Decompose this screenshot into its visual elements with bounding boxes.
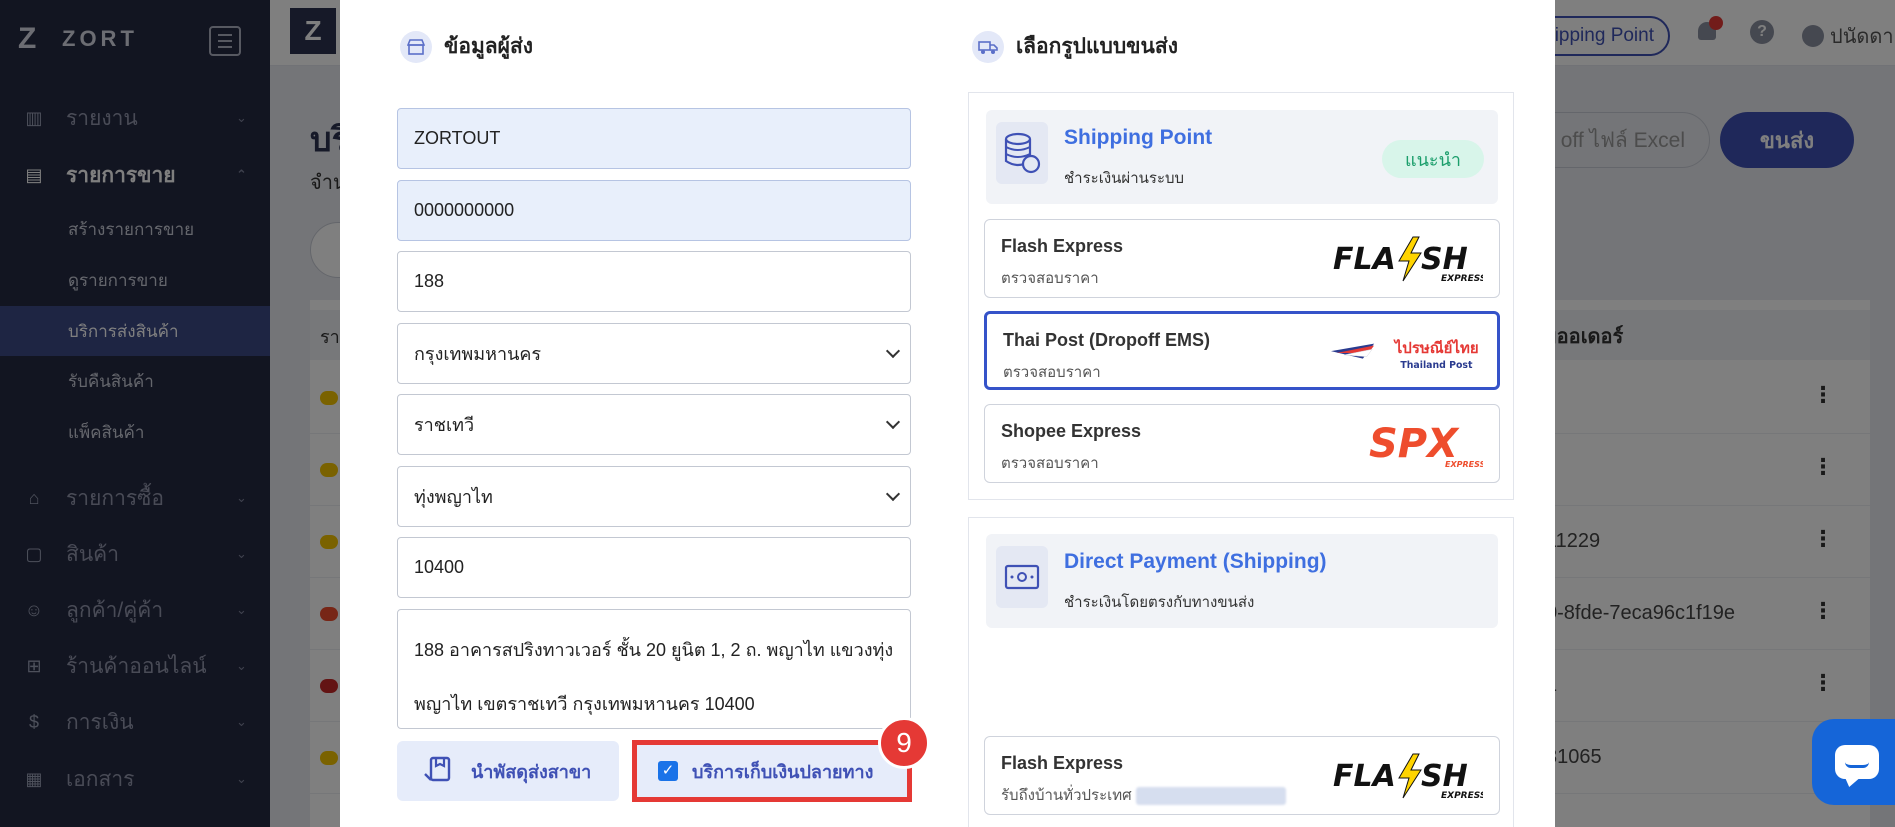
check-price-link[interactable]: ตรวจสอบราคา [1001,451,1099,475]
shipping-point-subtitle: ชำระเงินผ่านระบบ [1064,170,1185,187]
cash-icon [996,546,1048,608]
svg-text:SH: SH [1421,242,1468,277]
province-select[interactable]: กรุงเทพมหานคร [397,323,911,384]
subdistrict-value: ทุ่งพญาไท [414,487,493,507]
truck-icon [972,30,1004,63]
blurred-text [1135,787,1286,806]
house-number-field[interactable]: 188 [397,251,911,312]
carrier-name: Shopee Express [1001,421,1142,441]
postcode-value: 10400 [414,557,465,577]
subdistrict-select[interactable]: ทุ่งพญาไท [397,466,911,527]
address-textarea[interactable]: 188 อาคารสปริงทาวเวอร์ ชั้น 20 ยูนิต 1, … [397,609,911,729]
chevron-down-icon [885,486,901,502]
svg-text:Thailand Post: Thailand Post [1400,360,1473,371]
recommended-badge: แนะนำ [1382,140,1484,178]
svg-text:EXPRESS: EXPRESS [1441,791,1483,800]
carrier-name: Thai Post (Dropoff EMS) [1003,330,1210,350]
svg-text:EXPRESS: EXPRESS [1445,460,1483,469]
dropoff-branch-label: นำพัสดุส่งสาขา [471,761,592,782]
coins-icon [996,122,1048,184]
carrier-option[interactable]: Shopee Express ตรวจสอบราคา SPX EXPRESS [984,404,1500,483]
chat-button[interactable] [1812,719,1895,805]
shipping-point-card[interactable]: Shipping Point ชำระเงินผ่านระบบ แนะนำ [986,110,1498,204]
carrier-sub-text: รับถึงบ้านทั่วประเทศ [1001,787,1132,804]
shipping-point-title: Shipping Point [1064,126,1213,149]
chevron-down-icon [885,414,901,430]
flash-express-logo: FLA SH EXPRESS [1333,234,1483,284]
direct-payment-card[interactable]: Direct Payment (Shipping) ชำระเงินโดยตรง… [986,534,1498,628]
sender-name-field[interactable]: ZORTOUT [397,108,911,169]
step-number-badge: 9 [878,717,930,769]
dropoff-branch-button[interactable]: นำพัสดุส่งสาขา [397,741,619,801]
svg-text:ไปรษณีย์ไทย: ไปรษณีย์ไทย [1393,338,1479,357]
house-number-value: 188 [414,271,445,291]
carrier-name: Flash Express [1001,753,1124,773]
check-price-link[interactable]: ตรวจสอบราคา [1003,360,1101,384]
svg-text:SH: SH [1421,759,1468,794]
spx-express-logo: SPX EXPRESS [1333,419,1483,469]
store-icon [400,30,432,63]
check-price-link[interactable]: ตรวจสอบราคา [1001,266,1099,290]
sender-section-heading: ข้อมูลผู้ส่ง [400,30,533,63]
svg-text:EXPRESS: EXPRESS [1441,274,1483,283]
direct-payment-title: Direct Payment (Shipping) [1064,550,1327,573]
carrier-sub: รับถึงบ้านทั่วประเทศ [1001,783,1286,807]
direct-payment-subtitle: ชำระเงินโดยตรงกับทางขนส่ง [1064,594,1255,611]
carrier-name: Flash Express [1001,236,1124,256]
sender-name-value: ZORTOUT [414,128,501,148]
package-icon [423,752,457,791]
chat-bubble-icon [1835,745,1879,779]
shipping-heading-text: เลือกรูปแบบขนส่ง [1016,35,1178,58]
sender-heading-text: ข้อมูลผู้ส่ง [444,35,534,58]
thailand-post-logo: ไปรษณีย์ไทย Thailand Post [1331,328,1481,378]
carrier-option[interactable]: Flash Express ตรวจสอบราคา FLA SH EXPRESS [984,219,1500,298]
svg-text:FLA: FLA [1333,759,1396,794]
sender-phone-field[interactable]: 0000000000 [397,180,911,241]
highlight-box [632,740,912,802]
flash-express-logo: FLA SH EXPRESS [1333,751,1483,801]
svg-text:FLA: FLA [1333,242,1396,277]
postcode-field[interactable]: 10400 [397,537,911,598]
carrier-flash-direct[interactable]: Flash Express รับถึงบ้านทั่วประเทศ FLA SH… [984,736,1500,815]
district-select[interactable]: ราชเทวี [397,394,911,455]
chevron-down-icon [885,343,901,359]
province-value: กรุงเทพมหานคร [414,344,542,364]
sender-phone-value: 0000000000 [414,200,515,220]
shipping-section-heading: เลือกรูปแบบขนส่ง [972,30,1178,63]
carrier-option[interactable]: Thai Post (Dropoff EMS) ตรวจสอบราคา ไปรษณี… [984,311,1500,390]
district-value: ราชเทวี [414,415,475,435]
